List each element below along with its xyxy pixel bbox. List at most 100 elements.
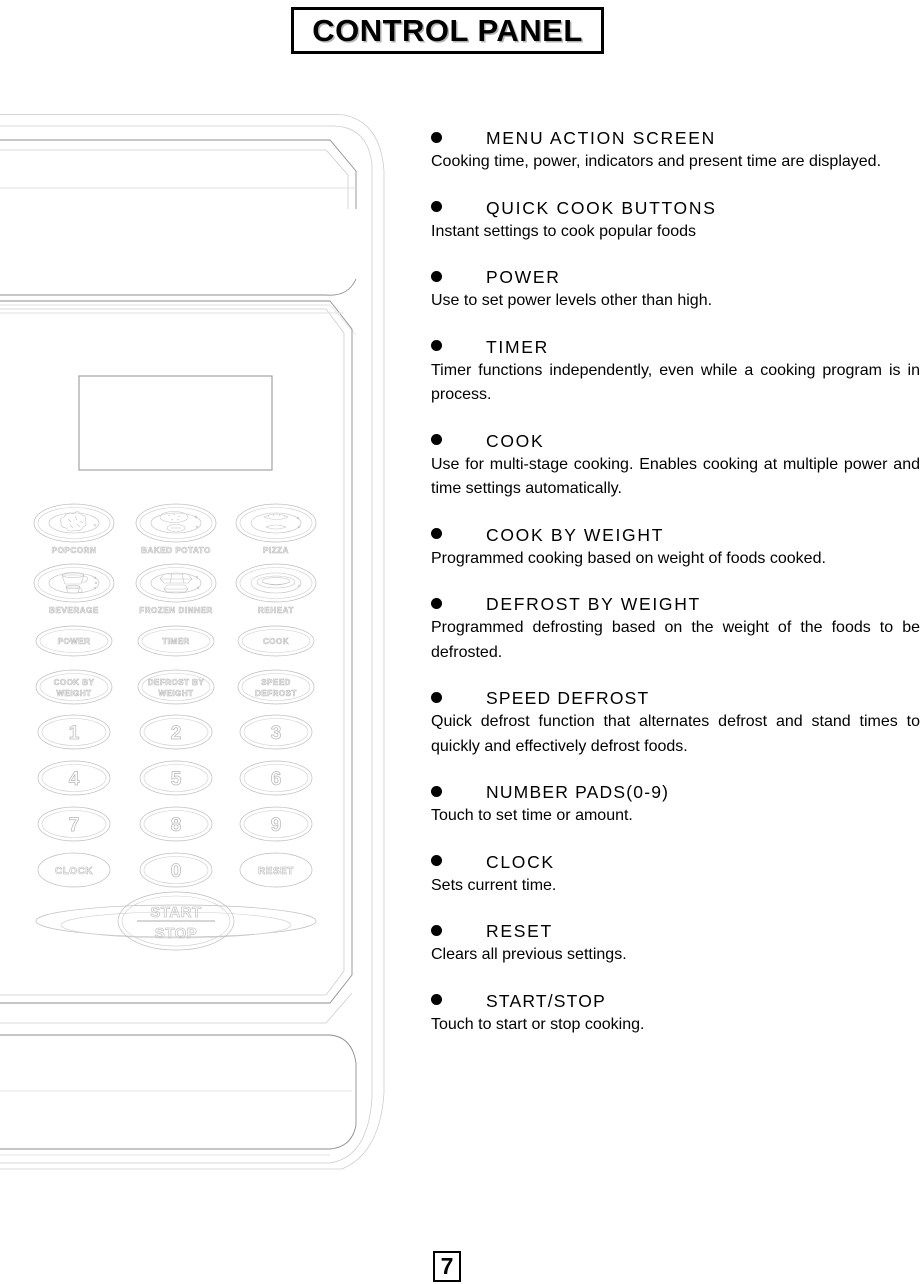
reset-button: RESET [239, 852, 313, 888]
svg-text:FROZEN DINNER: FROZEN DINNER [139, 606, 213, 615]
number-pad-3: 3 [239, 714, 313, 750]
feature-body: Timer functions independently, even whil… [431, 361, 920, 404]
number-pad-4: 4 [37, 760, 111, 796]
number-pad-5: 5 [139, 760, 213, 796]
function-button-cook-by-weight: COOK BY WEIGHT [35, 669, 113, 705]
svg-text:0: 0 [171, 861, 182, 882]
bullet-icon [431, 131, 442, 143]
feature-heading-row: SPEED DEFROST [431, 686, 920, 710]
feature-body: Use to set power levels other than high. [431, 292, 713, 309]
svg-text:START: START [150, 904, 201, 921]
svg-text:3: 3 [271, 723, 282, 744]
svg-text:POPCORN: POPCORN [52, 546, 97, 555]
feature-body: Sets current time. [431, 876, 557, 894]
clock-button: CLOCK [37, 852, 111, 888]
svg-text:WEIGHT: WEIGHT [57, 689, 92, 698]
svg-text:8: 8 [171, 815, 182, 836]
feature-heading: NUMBER PADS(0-9) [486, 782, 670, 802]
bullet-icon [431, 340, 442, 351]
number-pad-6: 6 [239, 760, 313, 796]
svg-text:TIMER: TIMER [162, 637, 189, 646]
baked-potato-icon [150, 511, 202, 534]
feature-heading-row: CLOCK [431, 850, 920, 874]
pizza-icon [250, 512, 302, 534]
quick-cook-button-baked-potato: BAKED POTATO [135, 503, 217, 555]
feature-heading-row: TIMER [431, 335, 920, 359]
feature-section-reset: RESET Clears all previous settings. [431, 919, 920, 968]
menu-action-screen [78, 375, 273, 471]
bullet-icon [431, 597, 442, 609]
quick-cook-button-reheat: REHEAT [235, 563, 317, 615]
svg-text:CLOCK: CLOCK [55, 866, 93, 877]
feature-section-number-pads: NUMBER PADS(0-9) Touch to set time or am… [431, 780, 920, 829]
function-button-defrost-by-weight: DEFROST BY WEIGHT [137, 669, 215, 705]
svg-text:4: 4 [69, 769, 80, 790]
feature-heading: POWER [486, 267, 561, 287]
bullet-icon [431, 994, 442, 1005]
start-stop-button: START STOP [35, 891, 317, 951]
svg-text:DEFROST: DEFROST [255, 689, 297, 698]
svg-text:RESET: RESET [258, 866, 294, 877]
quick-cook-button-frozen-dinner: FROZEN DINNER [135, 563, 217, 615]
feature-heading: QUICK COOK BUTTONS [486, 197, 717, 218]
feature-heading-row: MENU ACTION SCREEN [431, 126, 920, 150]
feature-heading-row: COOK [431, 429, 920, 453]
page-title-box: CONTROL PANEL [291, 7, 604, 54]
feature-heading: CLOCK [486, 851, 555, 872]
function-button-power: POWER [35, 625, 113, 657]
feature-description-list: MENU ACTION SCREEN Cooking time, power, … [431, 126, 920, 1037]
feature-body: Cooking time, power, indicators and pres… [431, 153, 882, 170]
feature-section-cook-by-weight: COOK BY WEIGHT Programmed cooking based … [431, 523, 920, 572]
quick-cook-button-pizza: PIZZA [235, 503, 317, 555]
svg-text:6: 6 [271, 769, 282, 790]
bullet-icon [431, 691, 442, 703]
feature-heading-row: COOK BY WEIGHT [431, 523, 920, 547]
svg-text:SPEED: SPEED [261, 678, 291, 687]
page-number: 7 [440, 1253, 454, 1279]
page-title: CONTROL PANEL [312, 13, 583, 48]
svg-text:PIZZA: PIZZA [263, 546, 289, 555]
bullet-icon [431, 855, 442, 866]
number-pad-7: 7 [37, 806, 111, 842]
feature-heading: COOK [486, 430, 545, 451]
feature-body: Touch to set time or amount. [431, 807, 633, 824]
quick-cook-button-beverage: BEVERAGE [33, 563, 115, 615]
feature-heading: DEFROST BY WEIGHT [486, 594, 701, 614]
svg-text:7: 7 [69, 815, 80, 836]
feature-heading: COOK BY WEIGHT [486, 524, 665, 545]
feature-section-quick-cook-buttons: QUICK COOK BUTTONS Instant settings to c… [431, 196, 920, 245]
svg-text:REHEAT: REHEAT [258, 606, 294, 615]
svg-text:WEIGHT: WEIGHT [159, 689, 194, 698]
number-pad-8: 8 [139, 806, 213, 842]
svg-text:COOK: COOK [263, 637, 289, 646]
number-pad-2: 2 [139, 714, 213, 750]
feature-heading-row: DEFROST BY WEIGHT [431, 592, 920, 616]
svg-text:9: 9 [271, 815, 282, 836]
bullet-icon [431, 270, 442, 282]
number-pad-1: 1 [37, 714, 111, 750]
feature-body: Quick defrost function that alternates d… [431, 713, 920, 755]
svg-text:BEVERAGE: BEVERAGE [49, 606, 99, 615]
bullet-icon [431, 434, 442, 445]
feature-heading: TIMER [486, 336, 549, 357]
bullet-icon [431, 528, 442, 539]
feature-body: Programmed cooking based on weight of fo… [431, 549, 826, 567]
bullet-icon [431, 785, 442, 797]
feature-section-speed-defrost: SPEED DEFROST Quick defrost function tha… [431, 686, 920, 759]
feature-body: Programmed defrosting based on the weigh… [431, 619, 920, 661]
svg-text:POWER: POWER [58, 637, 91, 646]
feature-section-menu-action-screen: MENU ACTION SCREEN Cooking time, power, … [431, 126, 920, 175]
feature-section-start-stop: START/STOP Touch to start or stop cookin… [431, 989, 920, 1038]
feature-section-cook: COOK Use for multi-stage cooking. Enable… [431, 429, 920, 502]
feature-section-clock: CLOCK Sets current time. [431, 850, 920, 899]
svg-text:BAKED POTATO: BAKED POTATO [141, 546, 211, 555]
function-button-speed-defrost: SPEED DEFROST [237, 669, 315, 705]
feature-heading-row: POWER [431, 265, 920, 289]
feature-heading: MENU ACTION SCREEN [486, 128, 716, 148]
svg-text:1: 1 [69, 723, 80, 744]
feature-heading-row: NUMBER PADS(0-9) [431, 780, 920, 804]
svg-text:COOK BY: COOK BY [54, 678, 95, 687]
feature-heading-row: RESET [431, 919, 920, 943]
reheat-icon [250, 572, 302, 594]
page-number-box: 7 [433, 1251, 461, 1282]
